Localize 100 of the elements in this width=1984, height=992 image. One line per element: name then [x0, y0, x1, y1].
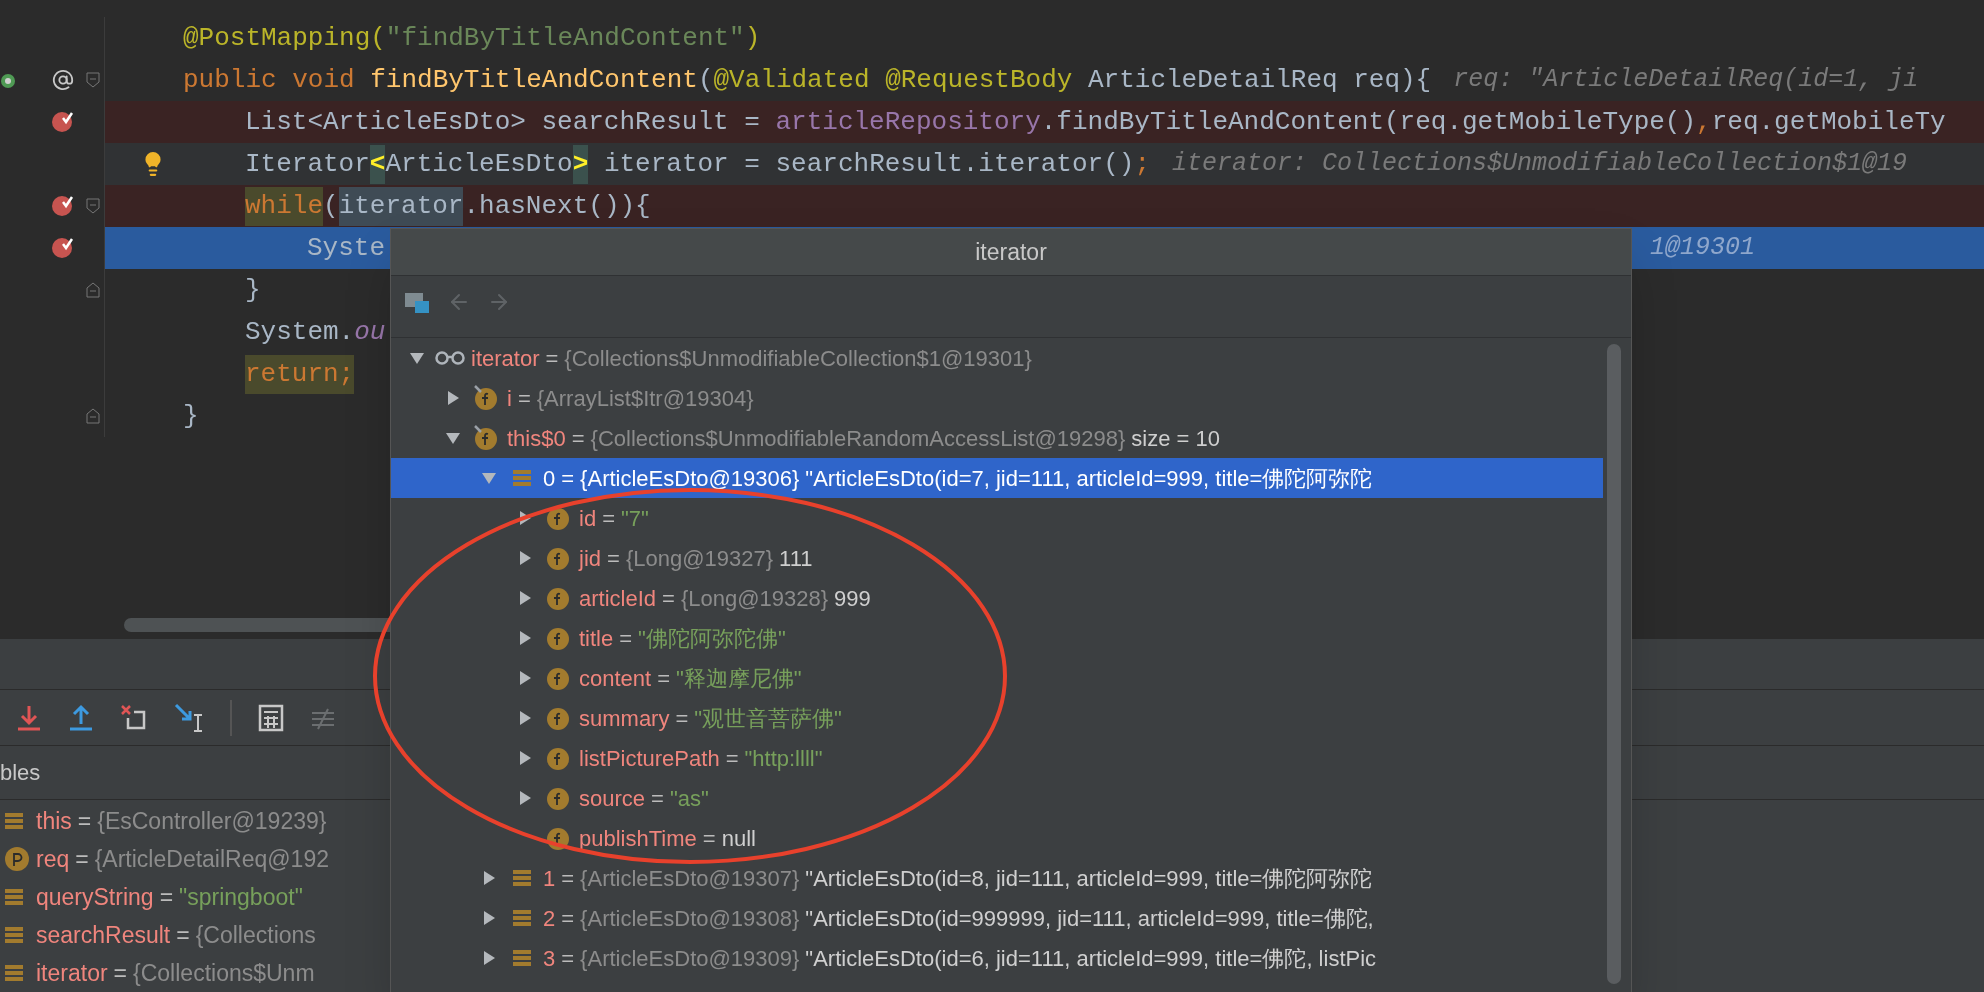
collapsed-arrow-icon[interactable] — [446, 391, 460, 405]
equals-sign: = — [675, 704, 689, 733]
breakpoint-icon[interactable] — [51, 237, 75, 259]
equals-sign: = — [571, 424, 585, 453]
collapsed-arrow-icon[interactable] — [482, 871, 496, 885]
variable-name: i — [507, 384, 512, 413]
object-reference: {ArticleEsDto@19308} — [580, 904, 800, 933]
collapsed-arrow-icon[interactable] — [482, 951, 496, 965]
object-reference: {Long@19327} — [625, 544, 774, 573]
tree-row[interactable]: 3 = {ArticleEsDto@19309} "ArticleEsDto(id=6, jid=111, articleId=999, title=佛陀, listPic — [391, 938, 1603, 978]
fold-icon[interactable] — [86, 198, 100, 214]
fold-icon[interactable] — [86, 282, 100, 298]
string-value: "as" — [669, 784, 709, 813]
expanded-arrow-icon[interactable] — [446, 431, 460, 445]
collapsed-arrow-icon[interactable] — [518, 671, 532, 685]
string-value: "佛陀阿弥陀佛" — [638, 624, 786, 653]
tree-row[interactable]: this$0 = {Collections$UnmodifiableRandomAccessList@19298} size = 10 — [391, 418, 1603, 458]
scrollbar-thumb[interactable] — [1607, 344, 1621, 984]
code-token: List<ArticleEsDto> searchResult = — [245, 105, 761, 139]
run-to-cursor-icon[interactable] — [174, 702, 204, 733]
collapsed-arrow-icon[interactable] — [482, 911, 496, 925]
variable-name: id — [579, 504, 597, 533]
object-reference: {Collections$Unm — [133, 958, 315, 988]
tree-row[interactable]: source = "as" — [391, 778, 1603, 818]
tree-row[interactable]: listPicturePath = "http:llll" — [391, 738, 1603, 778]
code-token: ; — [1134, 147, 1150, 181]
step-into-icon[interactable] — [16, 703, 42, 732]
equals-sign: = — [619, 624, 633, 653]
tree-row[interactable]: content = "释迦摩尼佛" — [391, 658, 1603, 698]
tree-row[interactable]: title = "佛陀阿弥陀佛" — [391, 618, 1603, 658]
expanded-arrow-icon[interactable] — [410, 351, 424, 365]
equals-sign: = — [517, 384, 531, 413]
code-token: public void — [183, 63, 356, 97]
variable-value: "ArticleEsDto(id=8, jid=111, articleId=999, title=佛陀阿弥陀 — [805, 864, 1373, 893]
equals-sign: = — [176, 920, 190, 950]
variable-name: queryString — [36, 882, 154, 912]
object-reference: {ArticleEsDto@19306} — [580, 464, 800, 493]
tree-row[interactable]: iterator = {Collections$UnmodifiableCollection$1@19301} — [391, 338, 1603, 378]
equals-sign: = — [607, 544, 620, 573]
equals-sign: = — [561, 944, 575, 973]
variable-value: "ArticleEsDto(id=7, jid=111, articleId=999, title=佛陀阿弥陀 — [805, 464, 1373, 493]
equals-sign: = — [561, 464, 575, 493]
code-token: ArticleDetailReq req){ — [1087, 63, 1432, 97]
tree-row[interactable]: 2 = {ArticleEsDto@19308} "ArticleEsDto(id=999999, jid=111, articleId=999, title=佛陀, — [391, 898, 1603, 938]
expanded-arrow-icon[interactable] — [482, 471, 496, 485]
object-reference: {Collections — [195, 920, 316, 950]
tree-row[interactable]: summary = "观世音菩萨佛" — [391, 698, 1603, 738]
code-token: @PostMapping( — [183, 21, 386, 55]
code-token: } — [245, 273, 261, 307]
tree-row[interactable]: i = {ArrayList$Itr@19304} — [391, 378, 1603, 418]
collapsed-arrow-icon[interactable] — [518, 751, 532, 765]
calculator-icon[interactable] — [258, 703, 284, 732]
code-token: > — [572, 144, 589, 184]
variable-name: 2 — [543, 904, 556, 933]
object-reference: {ArticleEsDto@19307} — [580, 864, 800, 893]
fold-icon[interactable] — [86, 72, 100, 88]
equals-sign: = — [545, 344, 559, 373]
equals-sign: = — [602, 504, 615, 533]
variable-name: this$0 — [507, 424, 566, 453]
tree-row[interactable]: 0 = {ArticleEsDto@19306} "ArticleEsDto(id=7, jid=111, articleId=999, title=佛陀阿弥陀 — [391, 458, 1603, 498]
collapsed-arrow-icon[interactable] — [518, 791, 532, 805]
equals-sign: = — [561, 864, 575, 893]
breakpoint-icon[interactable] — [51, 195, 75, 217]
collapsed-arrow-icon[interactable] — [518, 711, 532, 725]
variable-value: "ArticleEsDto(id=999999, jid=111, articleId=999, title=佛陀, — [805, 904, 1374, 933]
equals-sign: = — [725, 744, 739, 773]
variable-value: size = 10 — [1131, 424, 1220, 453]
tree-row[interactable]: articleId = {Long@19328} 999 — [391, 578, 1603, 618]
variable-name: req — [36, 844, 70, 874]
equals-sign: = — [662, 584, 675, 613]
code-token: ArticleEsDto — [385, 147, 573, 181]
fold-icon[interactable] — [86, 408, 100, 424]
code-token: req.getMobileTy — [1711, 105, 1946, 139]
tree-row[interactable]: id = "7" — [391, 498, 1603, 538]
object-reference: {Collections$UnmodifiableCollection$1@19301} — [564, 344, 1032, 373]
at-sign-icon[interactable] — [52, 69, 74, 91]
code-token: , — [1696, 105, 1712, 139]
equals-sign: = — [113, 958, 128, 988]
collapsed-arrow-icon[interactable] — [518, 591, 532, 605]
variable-name: iterator — [471, 344, 540, 373]
breakpoint-icon[interactable] — [51, 111, 75, 133]
code-token: iterator: Collections$UnmodifiableCollection$1@19 — [1172, 148, 1908, 181]
tree-row[interactable]: jid = {Long@19327} 111 — [391, 538, 1603, 578]
object-reference: {ArticleDetailReq@192 — [94, 844, 329, 874]
object-reference: {Long@19328} — [680, 584, 829, 613]
equals-sign: = — [77, 806, 92, 836]
variable-value: 111 — [779, 544, 813, 573]
step-out-icon[interactable] — [68, 703, 94, 732]
variable-name: listPicturePath — [579, 744, 720, 773]
tree-row[interactable]: 1 = {ArticleEsDto@19307} "ArticleEsDto(id=8, jid=111, articleId=999, title=佛陀阿弥陀 — [391, 858, 1603, 898]
collapsed-arrow-icon[interactable] — [518, 511, 532, 525]
object-reference: {EsController@19239} — [97, 806, 327, 836]
drop-frame-icon[interactable] — [120, 703, 148, 732]
code-token: iterator = searchResult.iterator() — [602, 147, 1135, 181]
collapsed-arrow-icon[interactable] — [518, 551, 532, 565]
popup-title: iterator — [975, 237, 1047, 267]
collapsed-arrow-icon[interactable] — [518, 631, 532, 645]
equals-sign: = — [159, 882, 174, 912]
tree-row[interactable]: publishTime = null — [391, 818, 1603, 858]
run-icon[interactable] — [0, 71, 16, 89]
